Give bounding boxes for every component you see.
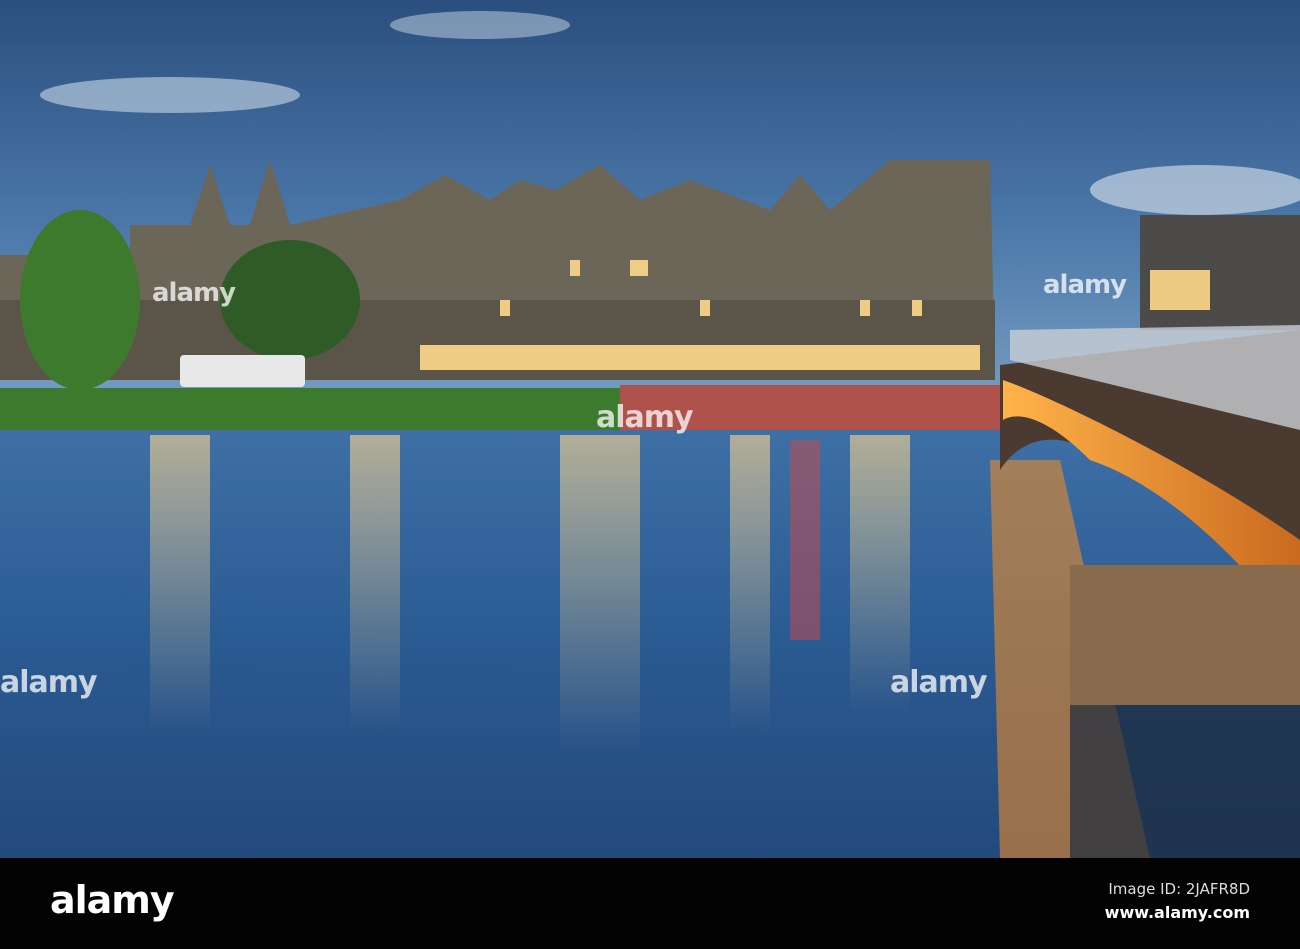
image-id: Image ID: 2JAFR8D xyxy=(1108,880,1250,898)
watermark-text: alamy xyxy=(152,278,236,308)
footer-bar: alamy Image ID: 2JAFR8D www.alamy.com xyxy=(0,858,1300,949)
watermark-text: alamy xyxy=(1043,270,1127,300)
site-url: www.alamy.com xyxy=(1104,903,1250,922)
alamy-logo: alamy xyxy=(50,878,175,922)
watermark-text: alamy xyxy=(596,400,694,435)
stock-photo: alamy alamy alamy alamy alamy alamy Imag… xyxy=(0,0,1300,949)
watermark-text: alamy xyxy=(0,665,98,700)
watermark-text: alamy xyxy=(890,665,988,700)
